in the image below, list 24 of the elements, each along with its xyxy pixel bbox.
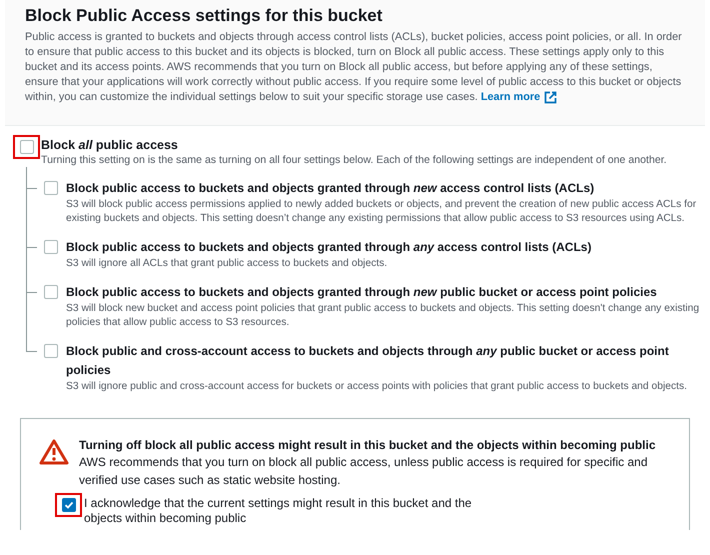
learn-more-link[interactable]: Learn more [480, 90, 558, 105]
checkbox[interactable] [44, 344, 58, 358]
checkbox[interactable] [44, 240, 58, 254]
external-link-icon [544, 91, 558, 104]
option-description: S3 will block public access permissions applied to newly added buckets or objects, and prevent the creation of new public access ACLs for existing buckets and objects. This setting doesn’t change any existing permissions that allow public access to S3 resources using ACLs. [66, 198, 698, 226]
description-text: Public access is granted to buckets and objects through access control lists (ACLs), bucket policies, access point policies, or all. In order to ensure that public access to this bucket and its objects is blocked, turn on Block all public access. These settings apply only to this bucket and its access points. AWS recommends that you turn on Block all public access, but before applying any of these settings, ensure that your applications will work correctly without public access. If you require some level of public access to this bucket or objects within, you can customize the individual settings below to suit your specific storage use cases. Learn more [25, 30, 683, 105]
option-label: Block public access to buckets and objects granted through new access control lists (ACLs) [66, 180, 596, 197]
checkbox[interactable] [62, 498, 76, 512]
warning-description: AWS recommends that you turn on block all public access, unless public access is required for specific and verified use cases such as static website hosting. [79, 454, 648, 489]
warning-title: Turning off block all public access might result in this bucket and the objects within becoming public [79, 437, 657, 453]
checkbox[interactable] [44, 181, 58, 195]
acknowledge-label: I acknowledge that the current settings might result in this bucket and the objects within becoming public [84, 495, 473, 526]
option-description: S3 will ignore public and cross-account access for buckets or access points with policies that grant public access to buckets and objects. [66, 380, 688, 394]
option-description: S3 will block new bucket and access point policies that grant public access to buckets and objects. This setting doesn't change any existing policies that allow public access to S3 resources. [66, 302, 700, 330]
option-label: Block all public access [41, 137, 179, 153]
checkbox[interactable] [20, 140, 34, 154]
option-label: Block public access to buckets and objects granted through any access control lists (ACLs) [66, 239, 592, 256]
warning-icon [39, 439, 69, 465]
option-description: S3 will ignore all ACLs that grant public access to buckets and objects. [66, 257, 388, 271]
section-title: Block Public Access settings for this bucket [25, 5, 384, 27]
checkbox[interactable] [44, 285, 58, 299]
option-description: Turning this setting on is the same as turning on all four settings below. Each of the following settings are independent of one another. [41, 153, 667, 167]
option-label: Block public access to buckets and objects granted through new public bucket or access point policies [66, 284, 658, 301]
option-label: Block public and cross-account access to buckets and objects through any public bucket or access point policies [66, 343, 670, 379]
